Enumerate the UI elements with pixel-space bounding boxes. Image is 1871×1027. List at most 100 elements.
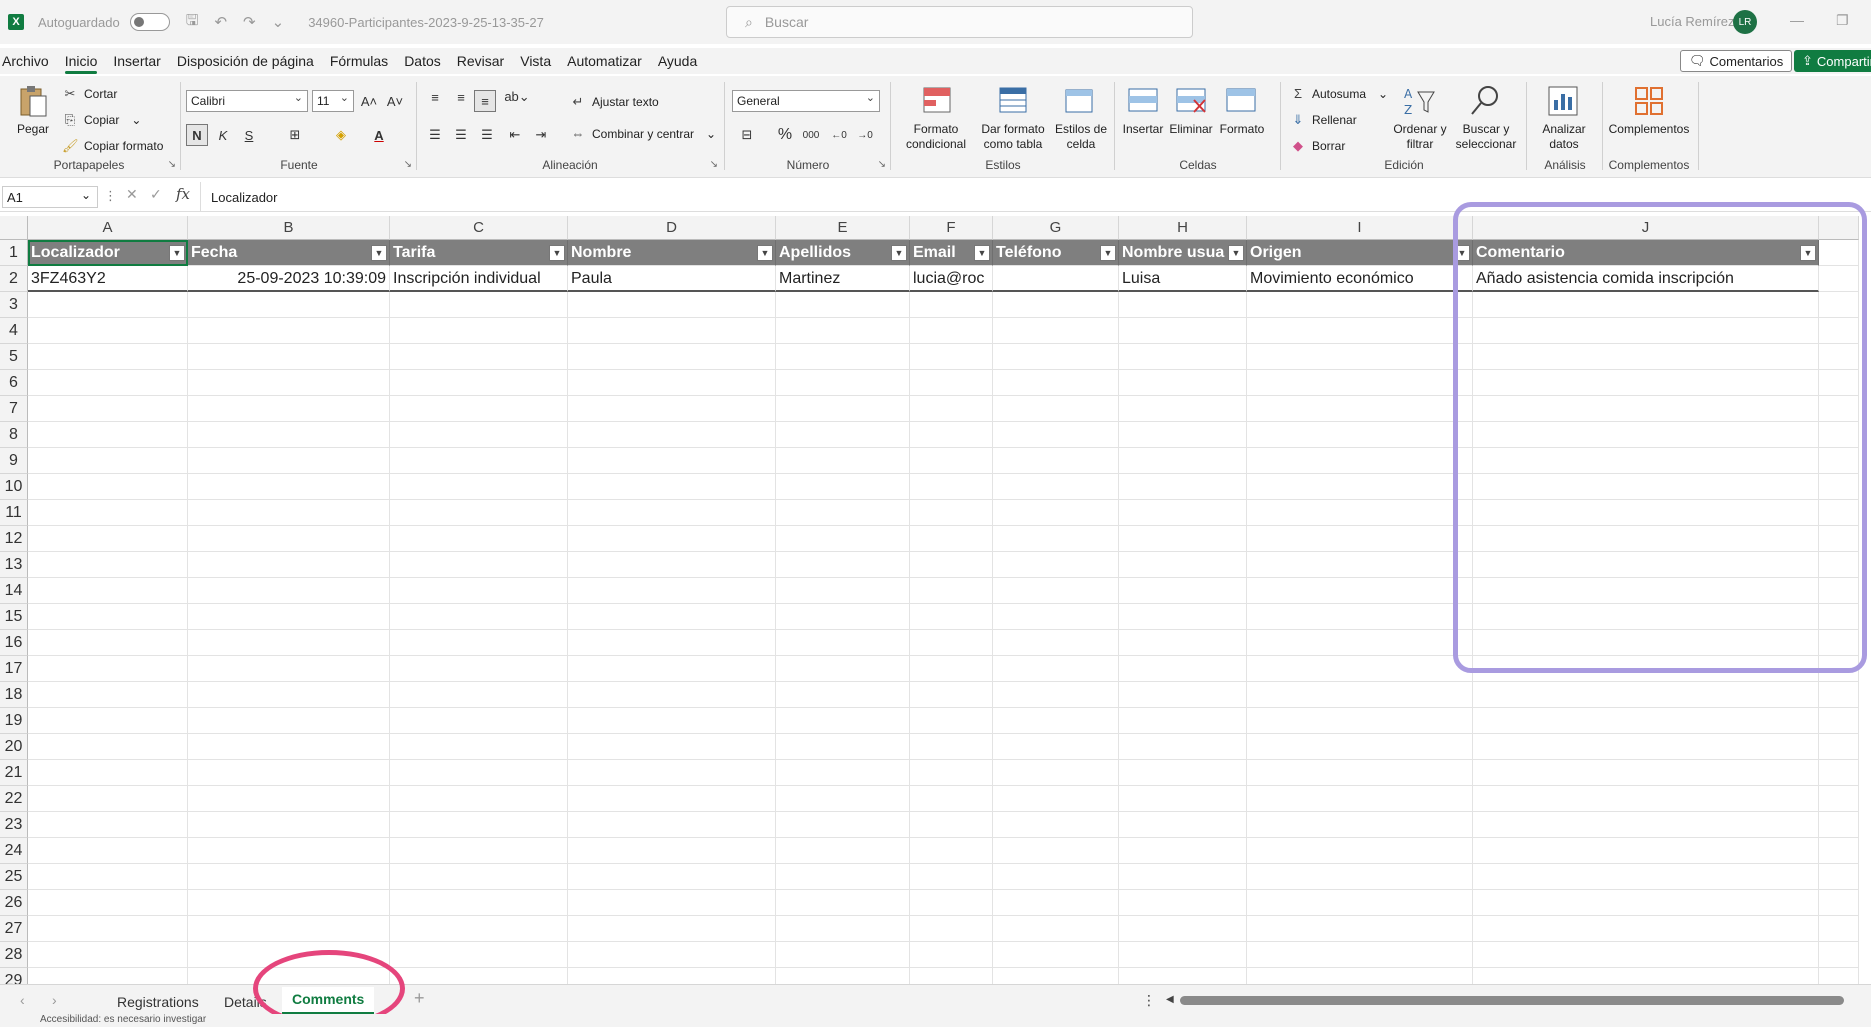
table-data-cell[interactable]: 3FZ463Y2: [28, 266, 188, 292]
cell[interactable]: [1247, 396, 1473, 422]
cell[interactable]: [910, 422, 993, 448]
cell-styles-icon[interactable]: [1062, 84, 1096, 118]
sheet-tab-comments[interactable]: Comments: [282, 987, 375, 1015]
customize-qat-icon[interactable]: ⌄: [272, 13, 285, 31]
cell[interactable]: [188, 838, 390, 864]
cell[interactable]: [1119, 968, 1247, 984]
cell[interactable]: [1247, 786, 1473, 812]
cell[interactable]: [390, 760, 568, 786]
cell[interactable]: [28, 500, 188, 526]
cell[interactable]: [188, 734, 390, 760]
cell[interactable]: [776, 786, 910, 812]
align-top-icon[interactable]: ≡: [424, 86, 446, 108]
cell[interactable]: [390, 422, 568, 448]
menu-datos[interactable]: Datos: [396, 48, 449, 74]
cell[interactable]: [390, 786, 568, 812]
cell[interactable]: [390, 578, 568, 604]
cell[interactable]: [1247, 422, 1473, 448]
cell[interactable]: [776, 812, 910, 838]
format-painter-button[interactable]: 🖌 Copiar formato: [62, 138, 163, 154]
save-icon[interactable]: 🖫: [186, 10, 199, 35]
cell[interactable]: [1819, 240, 1859, 266]
sheet-tab-details[interactable]: Details: [214, 991, 277, 1013]
dialog-launcher-icon[interactable]: ↘: [710, 159, 718, 170]
row-header[interactable]: 27: [0, 916, 28, 942]
cell[interactable]: [1473, 734, 1819, 760]
menu-insertar[interactable]: Insertar: [105, 48, 168, 74]
cell[interactable]: [1473, 526, 1819, 552]
cell[interactable]: [1247, 760, 1473, 786]
cell[interactable]: [188, 656, 390, 682]
menu-automatizar[interactable]: Automatizar: [559, 48, 650, 74]
cell[interactable]: [568, 708, 776, 734]
cell[interactable]: [568, 500, 776, 526]
cell[interactable]: [390, 292, 568, 318]
cell[interactable]: [1247, 682, 1473, 708]
row-header[interactable]: 8: [0, 422, 28, 448]
cell[interactable]: [390, 942, 568, 968]
cell[interactable]: [568, 760, 776, 786]
row-header[interactable]: 3: [0, 292, 28, 318]
insert-cells-label[interactable]: Insertar: [1118, 122, 1168, 137]
cell[interactable]: [910, 396, 993, 422]
filter-dropdown-icon[interactable]: ▼: [549, 245, 565, 261]
cell[interactable]: [188, 578, 390, 604]
column-header-b[interactable]: B: [188, 216, 390, 240]
cell[interactable]: [390, 812, 568, 838]
table-data-cell[interactable]: Martinez: [776, 266, 910, 292]
cell[interactable]: [993, 344, 1119, 370]
cell[interactable]: [776, 942, 910, 968]
search-box[interactable]: ⌕ Buscar: [726, 6, 1193, 38]
cell[interactable]: [568, 344, 776, 370]
cell[interactable]: [1819, 942, 1859, 968]
menu-ayuda[interactable]: Ayuda: [650, 48, 705, 74]
cell[interactable]: [910, 812, 993, 838]
row-header[interactable]: 20: [0, 734, 28, 760]
cell[interactable]: [776, 656, 910, 682]
cell[interactable]: [993, 864, 1119, 890]
table-data-cell[interactable]: Paula: [568, 266, 776, 292]
add-sheet-icon[interactable]: +: [414, 988, 425, 1009]
row-header[interactable]: 24: [0, 838, 28, 864]
row-header[interactable]: 19: [0, 708, 28, 734]
cell[interactable]: [1247, 578, 1473, 604]
formula-input[interactable]: Localizador: [200, 182, 1860, 212]
table-data-cell[interactable]: Inscripción individual: [390, 266, 568, 292]
cell[interactable]: [568, 734, 776, 760]
row-header[interactable]: 10: [0, 474, 28, 500]
cell[interactable]: [188, 864, 390, 890]
cell[interactable]: [1473, 344, 1819, 370]
cell[interactable]: [910, 344, 993, 370]
cell[interactable]: [1247, 838, 1473, 864]
borders-icon[interactable]: ⊞: [284, 124, 306, 146]
cell[interactable]: [910, 318, 993, 344]
table-data-cell[interactable]: Movimiento económico: [1247, 266, 1473, 292]
cell[interactable]: [1119, 682, 1247, 708]
row-header[interactable]: 28: [0, 942, 28, 968]
cell[interactable]: [1119, 526, 1247, 552]
find-select-icon[interactable]: [1468, 84, 1502, 118]
conditional-format-icon[interactable]: [920, 84, 954, 118]
cell[interactable]: [188, 526, 390, 552]
cell[interactable]: [993, 500, 1119, 526]
bold-button[interactable]: N: [186, 124, 208, 146]
row-header[interactable]: 29: [0, 968, 28, 984]
format-cells-label[interactable]: Formato: [1216, 122, 1268, 137]
cell[interactable]: [993, 396, 1119, 422]
cell[interactable]: [1473, 812, 1819, 838]
cell[interactable]: [1119, 890, 1247, 916]
row-header[interactable]: 18: [0, 682, 28, 708]
cell[interactable]: [1473, 604, 1819, 630]
menu-inicio[interactable]: Inicio: [57, 48, 106, 74]
cell[interactable]: [1819, 604, 1859, 630]
accessibility-status[interactable]: Accesibilidad: es necesario investigar: [40, 1014, 206, 1025]
row-header[interactable]: 13: [0, 552, 28, 578]
cell[interactable]: [993, 682, 1119, 708]
cell[interactable]: [28, 916, 188, 942]
cell[interactable]: [568, 656, 776, 682]
cell[interactable]: [910, 786, 993, 812]
cell[interactable]: [188, 812, 390, 838]
cell[interactable]: [28, 682, 188, 708]
cell[interactable]: [1247, 734, 1473, 760]
comments-button[interactable]: 🗨 Comentarios: [1680, 50, 1793, 72]
